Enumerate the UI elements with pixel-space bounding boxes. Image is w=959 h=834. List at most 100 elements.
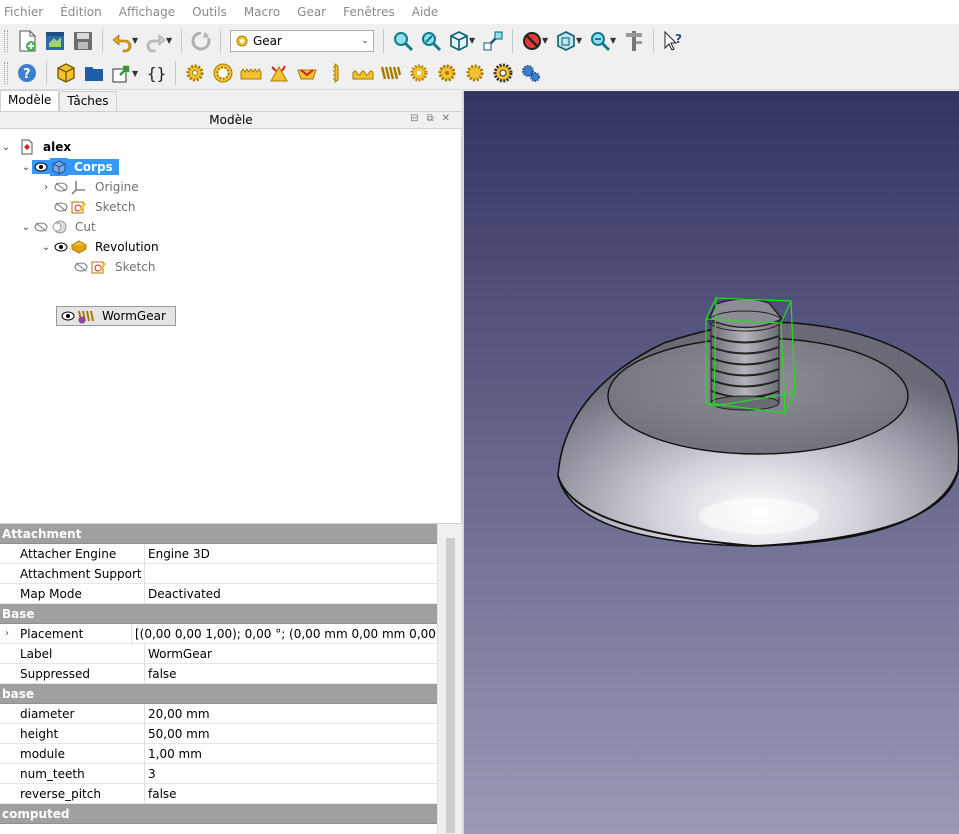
menu-affichage[interactable]: Affichage bbox=[119, 5, 175, 19]
folder-icon[interactable] bbox=[80, 59, 108, 87]
workbench-label: Gear bbox=[253, 33, 282, 48]
lantern-gear-icon[interactable] bbox=[433, 59, 461, 87]
property-value[interactable]: Engine 3D bbox=[145, 547, 210, 561]
dock-controls-icon[interactable]: ⊟⧉✕ bbox=[410, 113, 458, 124]
property-row[interactable]: reverse_pitch false bbox=[0, 783, 437, 804]
property-row[interactable]: diameter 20,00 mm bbox=[0, 703, 437, 724]
braces-icon[interactable]: {} bbox=[142, 59, 170, 87]
tree-item-origine[interactable]: › Origine bbox=[40, 177, 142, 197]
3d-viewport[interactable] bbox=[464, 91, 959, 834]
property-row[interactable]: height 50,00 mm bbox=[0, 723, 437, 744]
tab-modele[interactable]: Modèle bbox=[0, 90, 60, 111]
hypocycloid-gear-icon[interactable] bbox=[461, 59, 489, 87]
bevel-gear2-icon[interactable] bbox=[489, 59, 517, 87]
fit-all-icon[interactable] bbox=[389, 27, 417, 55]
draw-style-dropdown-icon[interactable]: ▼ bbox=[542, 36, 550, 45]
property-value[interactable]: 1,00 mm bbox=[145, 747, 202, 761]
property-group-base[interactable]: Base bbox=[0, 604, 437, 624]
export-dropdown-icon[interactable]: ▼ bbox=[132, 69, 140, 78]
whats-this-icon[interactable]: ? bbox=[659, 27, 687, 55]
measure-icon[interactable] bbox=[479, 27, 507, 55]
visibility-eye-icon[interactable] bbox=[52, 240, 70, 254]
caliper-icon[interactable] bbox=[620, 27, 648, 55]
worm-gear-solid[interactable] bbox=[708, 298, 784, 411]
toolbar-grip[interactable] bbox=[4, 29, 8, 52]
bevel-gear-icon[interactable] bbox=[293, 59, 321, 87]
tree-item-corps[interactable]: ⌄ Corps bbox=[20, 157, 119, 177]
property-group-computed[interactable]: computed bbox=[0, 804, 437, 824]
expand-arrow-icon[interactable]: › bbox=[40, 182, 52, 193]
zoom-dropdown-icon[interactable]: ▼ bbox=[610, 36, 618, 45]
menu-aide[interactable]: Aide bbox=[412, 5, 439, 19]
property-value[interactable]: [(0,00 0,00 1,00); 0,00 °; (0,00 mm 0,00… bbox=[132, 627, 437, 641]
part-icon[interactable] bbox=[52, 59, 80, 87]
property-row[interactable]: Suppressed false bbox=[0, 663, 437, 684]
property-scrollbar[interactable] bbox=[437, 524, 462, 834]
expand-arrow-icon[interactable]: › bbox=[5, 628, 9, 639]
tree-item-alex[interactable]: ⌄ alex bbox=[0, 137, 74, 157]
collapse-arrow-icon[interactable]: ⌄ bbox=[0, 142, 12, 153]
property-value[interactable]: WormGear bbox=[145, 647, 212, 661]
internal-gear-icon[interactable] bbox=[209, 59, 237, 87]
tree-item-sketch[interactable]: Sketch bbox=[40, 197, 138, 217]
menu-macro[interactable]: Macro bbox=[244, 5, 280, 19]
collapse-arrow-icon[interactable]: ⌄ bbox=[20, 162, 32, 173]
visibility-eye-icon[interactable] bbox=[32, 160, 50, 174]
timing-gear-icon[interactable] bbox=[405, 59, 433, 87]
crown-gear-icon[interactable] bbox=[321, 59, 349, 87]
help-icon[interactable]: ? bbox=[13, 59, 41, 87]
toolbar-grip[interactable] bbox=[4, 62, 8, 84]
property-value[interactable]: false bbox=[145, 787, 177, 801]
hidden-eye-icon[interactable] bbox=[72, 260, 90, 274]
tree-item-wormgear[interactable]: WormGear bbox=[56, 306, 176, 326]
property-row[interactable]: Map Mode Deactivated bbox=[0, 583, 437, 604]
menu-gear[interactable]: Gear bbox=[297, 5, 326, 19]
property-group-base-lower[interactable]: base bbox=[0, 684, 437, 704]
redo-dropdown-icon[interactable]: ▼ bbox=[166, 36, 174, 45]
property-name-text: Placement bbox=[20, 626, 84, 641]
property-value[interactable]: 3 bbox=[145, 767, 156, 781]
view-dropdown-icon[interactable]: ▼ bbox=[469, 36, 477, 45]
tree-item-sketch-revolution[interactable]: Sketch bbox=[60, 257, 158, 277]
menu-outils[interactable]: Outils bbox=[192, 5, 227, 19]
property-row[interactable]: › Placement [(0,00 0,00 1,00); 0,00 °; (0,… bbox=[0, 623, 437, 644]
rack-icon[interactable] bbox=[237, 59, 265, 87]
property-row[interactable]: Attacher Engine Engine 3D bbox=[0, 543, 437, 564]
undo-dropdown-icon[interactable]: ▼ bbox=[132, 36, 140, 45]
involute-gear-icon[interactable] bbox=[181, 59, 209, 87]
gear-connector-icon[interactable] bbox=[517, 59, 545, 87]
cycloid-gear-icon[interactable] bbox=[265, 59, 293, 87]
refresh-icon[interactable] bbox=[187, 27, 215, 55]
save-icon[interactable] bbox=[69, 27, 97, 55]
property-value[interactable]: Deactivated bbox=[145, 587, 221, 601]
property-row[interactable]: module 1,00 mm bbox=[0, 743, 437, 764]
cycloid-rack-icon[interactable] bbox=[349, 59, 377, 87]
tree-item-cut[interactable]: ⌄ Cut bbox=[20, 217, 99, 237]
worm-gear-icon[interactable] bbox=[377, 59, 405, 87]
menu-fenetres[interactable]: Fenêtres bbox=[343, 5, 395, 19]
property-group-attachment[interactable]: Attachment bbox=[0, 524, 437, 544]
hidden-eye-icon[interactable] bbox=[32, 220, 50, 234]
property-row[interactable]: Attachment Support bbox=[0, 563, 437, 584]
tree-item-revolution[interactable]: ⌄ Revolution bbox=[40, 237, 162, 257]
property-value[interactable]: 20,00 mm bbox=[145, 707, 210, 721]
menu-edition[interactable]: Édition bbox=[60, 5, 102, 19]
open-document-icon[interactable] bbox=[41, 27, 69, 55]
collapse-arrow-icon[interactable]: ⌄ bbox=[20, 222, 32, 233]
hidden-eye-icon[interactable] bbox=[52, 180, 70, 194]
menu-fichier[interactable]: Fichier bbox=[4, 5, 43, 19]
property-row[interactable]: num_teeth 3 bbox=[0, 763, 437, 784]
property-value[interactable]: false bbox=[145, 667, 177, 681]
scrollbar-thumb[interactable] bbox=[446, 538, 455, 833]
collapse-arrow-icon[interactable]: ⌄ bbox=[40, 242, 52, 253]
tab-taches[interactable]: Tâches bbox=[59, 91, 117, 111]
workbench-selector[interactable]: Gear ⌄ bbox=[230, 29, 374, 52]
bounding-box-dropdown-icon[interactable]: ▼ bbox=[576, 36, 584, 45]
visibility-eye-icon[interactable] bbox=[59, 309, 77, 323]
new-document-icon[interactable] bbox=[13, 27, 41, 55]
fit-selection-icon[interactable] bbox=[417, 27, 445, 55]
property-value[interactable]: 50,00 mm bbox=[145, 727, 210, 741]
3d-scene[interactable] bbox=[464, 91, 959, 834]
property-row[interactable]: Label WormGear bbox=[0, 643, 437, 664]
hidden-eye-icon[interactable] bbox=[52, 200, 70, 214]
